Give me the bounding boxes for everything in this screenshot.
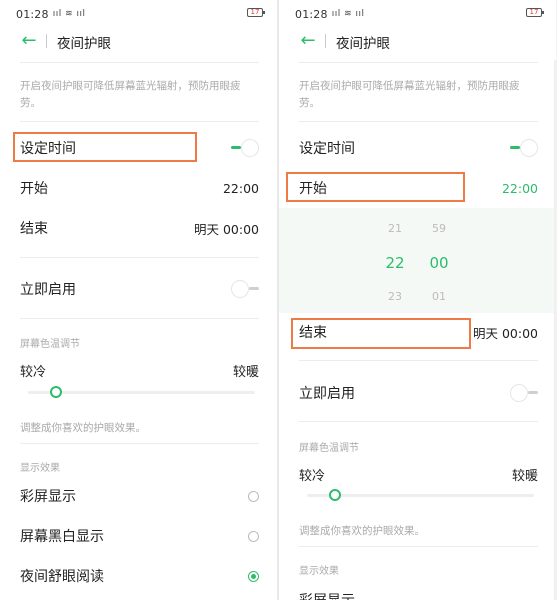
title-divider: [46, 34, 47, 48]
radio-button[interactable]: [248, 530, 259, 542]
cool-label: 较冷: [20, 365, 47, 380]
cool-label: 较冷: [299, 469, 326, 484]
warm-label: 较暖: [232, 365, 259, 380]
divider: [299, 421, 538, 422]
temperature-hint: 调整成你喜欢的护眼效果。: [20, 422, 146, 434]
radio-button-selected[interactable]: [248, 570, 259, 582]
minute-wheel[interactable]: 59 00 01: [419, 212, 459, 314]
display-option-row-partial[interactable]: 彩屏显示: [299, 588, 538, 600]
signal-icon: ııl ≋ ııl: [331, 9, 365, 19]
instant-toggle[interactable]: [510, 384, 538, 402]
right-screen: 01:28 ııl ≋ ııl 17 ← 夜间护眼 开启夜间护眼可降低屏幕蓝光辐…: [279, 0, 556, 600]
divider: [20, 121, 259, 122]
end-label: 结束: [299, 325, 327, 341]
warm-label: 较暖: [511, 469, 538, 484]
display-option-label: 彩屏显示: [20, 489, 76, 505]
end-value: 明天 00:00: [473, 325, 538, 341]
divider: [299, 62, 538, 63]
page-title: 夜间护眼: [336, 36, 390, 52]
start-row[interactable]: 开始 22:00: [20, 176, 259, 200]
temperature-hint: 调整成你喜欢的护眼效果。: [299, 525, 425, 537]
divider: [20, 62, 259, 63]
divider: [20, 257, 259, 258]
status-time: 01:28: [295, 7, 328, 21]
end-row[interactable]: 结束 明天 00:00: [20, 216, 259, 240]
start-label: 开始: [20, 181, 48, 197]
picker-hour-next: 23: [388, 290, 402, 303]
picker-hour-prev: 21: [388, 222, 402, 235]
slider-track: [307, 494, 534, 497]
hour-wheel[interactable]: 21 22 23: [375, 212, 415, 314]
schedule-row[interactable]: 设定时间: [299, 136, 538, 160]
top-bar: ← 夜间护眼: [0, 28, 277, 54]
start-row[interactable]: 开始 22:00: [299, 176, 538, 200]
status-bar: 01:28 ııl ≋ ııl 17: [16, 6, 265, 22]
display-section-title: 显示效果: [20, 463, 60, 474]
display-option-row[interactable]: 彩屏显示: [20, 484, 259, 508]
left-screen: 01:28 ııl ≋ ııl 17 ← 夜间护眼 开启夜间护眼可降低屏幕蓝光辐…: [0, 0, 277, 600]
time-picker[interactable]: 21 22 23 59 00 01: [279, 208, 556, 313]
schedule-label: 设定时间: [20, 141, 76, 157]
start-value: 22:00: [222, 180, 259, 196]
display-option-label: 屏幕黑白显示: [20, 529, 104, 545]
top-bar: ← 夜间护眼: [279, 28, 556, 54]
display-option-row[interactable]: 夜间舒眼阅读: [20, 564, 259, 588]
end-row[interactable]: 结束 明天 00:00: [299, 320, 538, 344]
display-option-label: 彩屏显示: [299, 590, 355, 600]
instant-toggle[interactable]: [231, 280, 259, 298]
schedule-label: 设定时间: [299, 141, 355, 157]
slider-track: [28, 391, 255, 394]
display-section-title: 显示效果: [299, 566, 339, 577]
signal-icon: ııl ≋ ııl: [52, 9, 86, 19]
instant-label: 立即启用: [299, 386, 355, 402]
schedule-toggle[interactable]: [231, 139, 259, 157]
schedule-toggle[interactable]: [510, 139, 538, 157]
slider-thumb[interactable]: [329, 489, 341, 501]
status-time: 01:28: [16, 7, 49, 21]
picker-minute-next: 01: [432, 290, 446, 303]
temperature-section-title: 屏幕色温调节: [299, 443, 359, 454]
description-text: 开启夜间护眼可降低屏幕蓝光辐射，预防用眼疲劳。: [20, 80, 241, 109]
picker-minute-selected: 00: [429, 254, 449, 272]
divider: [20, 443, 259, 444]
temperature-labels: 较冷 较暖: [299, 465, 538, 484]
temperature-slider[interactable]: [28, 385, 255, 399]
back-arrow-icon[interactable]: ←: [297, 30, 319, 52]
picker-hour-selected: 22: [385, 254, 405, 272]
status-bar: 01:28 ııl ≋ ııl 17: [295, 6, 544, 22]
temperature-section-title: 屏幕色温调节: [20, 339, 80, 350]
divider: [20, 318, 259, 319]
start-label: 开始: [299, 181, 327, 197]
slider-thumb[interactable]: [50, 386, 62, 398]
temperature-slider[interactable]: [307, 488, 534, 502]
display-option-label: 夜间舒眼阅读: [20, 569, 104, 585]
page-title: 夜间护眼: [57, 36, 111, 52]
end-label: 结束: [20, 221, 48, 237]
picker-minute-prev: 59: [432, 222, 446, 235]
divider: [299, 360, 538, 361]
divider: [299, 121, 538, 122]
divider: [299, 546, 538, 547]
back-arrow-icon[interactable]: ←: [18, 30, 40, 52]
instant-row[interactable]: 立即启用: [299, 381, 538, 405]
scrollbar[interactable]: [554, 60, 556, 600]
end-value: 明天 00:00: [194, 221, 259, 237]
description-text: 开启夜间护眼可降低屏幕蓝光辐射，预防用眼疲劳。: [299, 80, 520, 109]
battery-icon: 17: [526, 8, 544, 17]
display-option-row[interactable]: 屏幕黑白显示: [20, 524, 259, 548]
schedule-row[interactable]: 设定时间: [20, 136, 259, 160]
instant-row[interactable]: 立即启用: [20, 277, 259, 301]
battery-icon: 17: [247, 8, 265, 17]
title-divider: [325, 34, 326, 48]
radio-button[interactable]: [248, 490, 259, 502]
start-value: 22:00: [501, 180, 538, 196]
temperature-labels: 较冷 较暖: [20, 361, 259, 380]
instant-label: 立即启用: [20, 282, 76, 298]
